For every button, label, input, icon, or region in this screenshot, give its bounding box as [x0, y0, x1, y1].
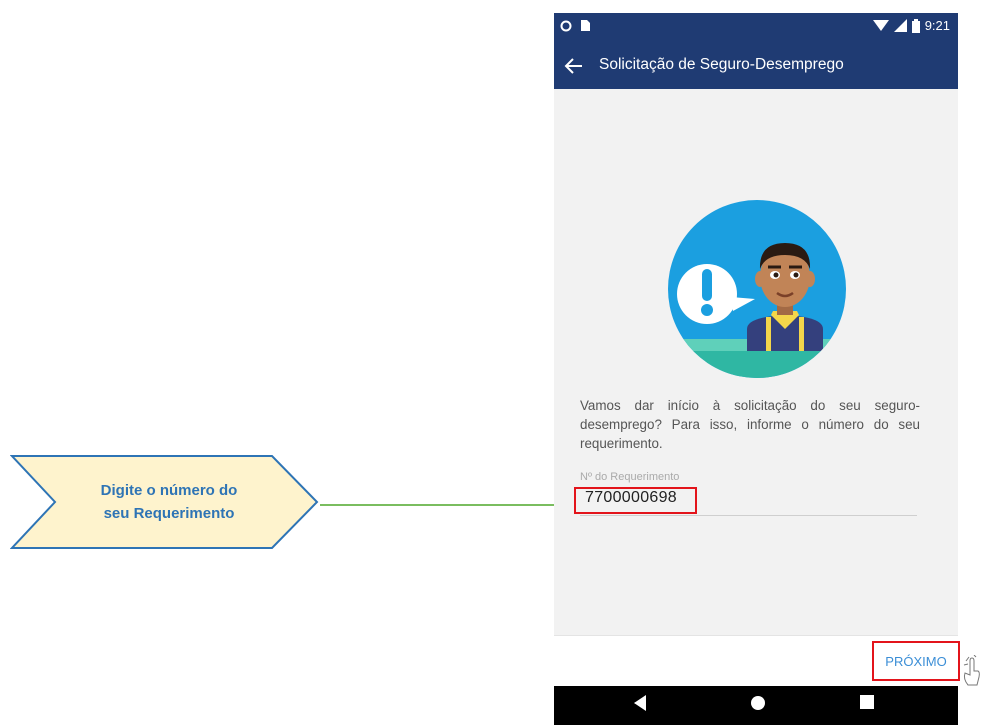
nav-home-icon[interactable]	[750, 695, 766, 711]
battery-icon	[911, 18, 920, 33]
arrow-left-icon[interactable]	[562, 54, 586, 78]
callout-line-2: seu Requerimento	[103, 505, 235, 522]
pointer-arrow	[320, 498, 582, 512]
callout-line-1: Digite o número do	[100, 482, 238, 499]
circle-icon	[560, 20, 572, 31]
app-bar: Solicitação de Seguro-Desemprego	[554, 43, 958, 89]
input-highlight-box	[574, 487, 697, 514]
person-alert-illustration	[668, 200, 846, 378]
tap-hand-icon	[963, 655, 980, 686]
intro-text: Vamos dar início à solicitação do seu se…	[580, 398, 920, 451]
nav-back-icon[interactable]	[634, 695, 648, 711]
callout-text: Digite o número do seu Requerimento	[62, 468, 276, 536]
nav-recent-icon[interactable]	[860, 695, 874, 709]
status-time: 9:21	[924, 18, 950, 33]
input-underline	[580, 515, 917, 516]
request-number-label: Nº do Requerimento	[580, 471, 680, 483]
wifi-icon	[872, 20, 889, 31]
annotation-callout: Digite o número do seu Requerimento	[10, 454, 320, 550]
next-button[interactable]: PRÓXIMO	[872, 641, 960, 681]
footer-bar: PRÓXIMO	[554, 635, 960, 687]
status-bar: 9:21	[554, 13, 958, 43]
phone-screen: 9:21 Solicitação de Seguro-Desemprego Va…	[554, 13, 960, 725]
page-title: Solicitação de Seguro-Desemprego	[599, 56, 844, 73]
navigation-bar	[554, 686, 958, 725]
main-content: Vamos dar início à solicitação do seu se…	[554, 89, 958, 635]
signal-icon	[893, 19, 907, 32]
sim-icon	[581, 20, 590, 31]
